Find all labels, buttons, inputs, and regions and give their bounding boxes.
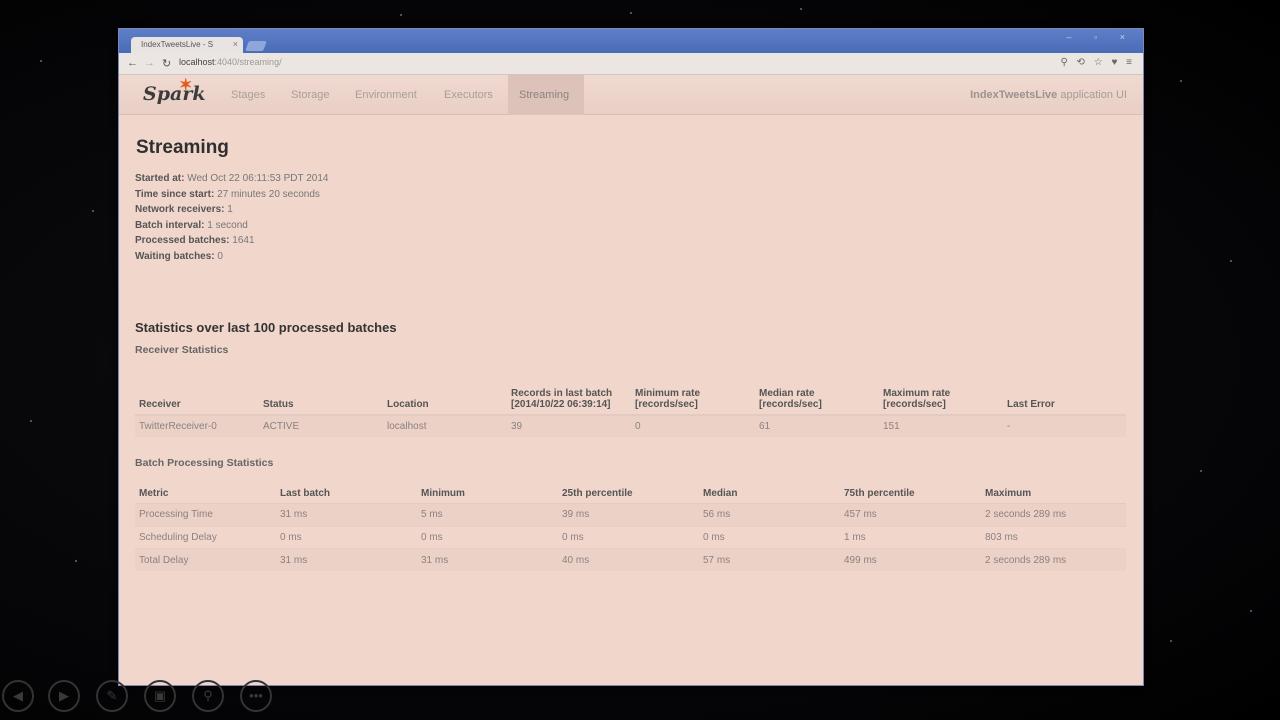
table-cell: 39 ms xyxy=(558,503,699,527)
app-name-suffix: application UI xyxy=(1057,89,1127,101)
page-title: Streaming xyxy=(136,137,229,158)
column-header[interactable]: Median xyxy=(699,483,840,505)
tab-title: IndexTweetsLive - S xyxy=(141,40,214,49)
table-cell: 31 ms xyxy=(276,503,417,527)
table-cell: 31 ms xyxy=(417,548,558,572)
column-header[interactable]: Receiver xyxy=(135,370,259,416)
new-tab-button[interactable] xyxy=(245,41,267,51)
reload-icon[interactable]: ↻ xyxy=(162,57,171,70)
slides-icon[interactable]: ▣ xyxy=(144,680,176,712)
table-cell: 0 ms xyxy=(558,525,699,549)
summary-batch-interval: Batch interval: 1 second xyxy=(135,219,248,231)
browser-titlebar: IndexTweetsLive - S × – ▫ × xyxy=(119,29,1143,53)
column-header[interactable]: Median rate [records/sec] xyxy=(755,370,879,416)
receiver-table-header: Receiver Status Location Records in last ba… xyxy=(135,370,1126,416)
summary-started: Started at: Wed Oct 22 06:11:53 PDT 2014 xyxy=(135,173,329,184)
table-cell: 803 ms xyxy=(981,525,1126,549)
table-cell: Scheduling Delay xyxy=(135,525,276,549)
column-header[interactable]: Maximum rate [records/sec] xyxy=(879,370,1003,416)
table-cell: 2 seconds 289 ms xyxy=(981,548,1126,572)
batch-statistics-title: Batch Processing Statistics xyxy=(135,456,274,469)
nav-storage[interactable]: Storage xyxy=(280,75,341,115)
streaming-summary: Started at: Wed Oct 22 06:11:53 PDT 2014… xyxy=(135,171,1127,265)
table-cell: 61 xyxy=(755,414,879,437)
column-header[interactable]: Maximum xyxy=(981,483,1126,505)
app-name: IndexTweetsLive application UI xyxy=(970,75,1127,115)
batch-table-header: Metric Last batch Minimum 25th percentile Me… xyxy=(135,483,1126,505)
table-cell: 2 seconds 289 ms xyxy=(981,503,1126,527)
table-cell: ACTIVE xyxy=(259,414,383,437)
summary-network-receivers: Network receivers: 1 xyxy=(135,204,233,216)
spark-navbar: Spark ✶ Stages Storage Environment Execu… xyxy=(119,75,1143,115)
table-cell: 457 ms xyxy=(840,503,981,527)
summary-time-since-start: Time since start: 27 minutes 20 seconds xyxy=(135,188,320,200)
table-cell: 0 xyxy=(631,414,755,437)
address-bar: ← → ↻ localhost:4040/streaming/ ⚲ ⟲ ☆ ♥ … xyxy=(119,53,1143,75)
table-cell: Total Delay xyxy=(135,548,276,572)
url-field[interactable]: localhost:4040/streaming/ xyxy=(179,57,282,67)
column-header[interactable]: Last batch xyxy=(276,483,417,505)
column-header[interactable]: Minimum xyxy=(417,483,558,505)
next-icon[interactable]: ▶ xyxy=(48,680,80,712)
table-cell: 1 ms xyxy=(840,525,981,549)
page-content: Streaming Started at: Wed Oct 22 06:11:5… xyxy=(119,137,1143,572)
statistics-title: Statistics over last 100 processed batch… xyxy=(135,319,397,335)
nav-stages[interactable]: Stages xyxy=(220,75,276,115)
table-cell: 56 ms xyxy=(699,503,840,527)
column-header[interactable]: Location xyxy=(383,370,507,416)
table-cell: 39 xyxy=(507,414,631,437)
table-row: TwitterReceiver-0 ACTIVE localhost 39 0 61 151… xyxy=(135,414,1126,437)
table-cell: - xyxy=(1003,414,1126,437)
browser-window: IndexTweetsLive - S × – ▫ × ← → ↻ localh… xyxy=(118,28,1144,686)
table-cell: Processing Time xyxy=(135,503,276,527)
table-cell: 0 ms xyxy=(699,525,840,549)
tab-close-icon[interactable]: × xyxy=(233,39,238,49)
nav-environment[interactable]: Environment xyxy=(344,75,428,115)
batch-table: Metric Last batch Minimum 25th percentile Me… xyxy=(135,483,1126,572)
table-cell: 0 ms xyxy=(276,525,417,549)
spark-logo[interactable]: Spark ✶ xyxy=(143,75,206,105)
column-header[interactable]: 75th percentile xyxy=(840,483,981,505)
column-header[interactable]: Last Error xyxy=(1003,370,1126,416)
zoom-icon[interactable]: ⚲ xyxy=(192,680,224,712)
receiver-table: Receiver Status Location Records in last ba… xyxy=(135,370,1126,437)
table-cell: 40 ms xyxy=(558,548,699,572)
browser-tab[interactable]: IndexTweetsLive - S × xyxy=(131,37,243,53)
column-header[interactable]: Minimum rate [records/sec] xyxy=(631,370,755,416)
table-cell: 5 ms xyxy=(417,503,558,527)
table-row: Total Delay 31 ms 31 ms 40 ms 57 ms 499 ms 2 s… xyxy=(135,548,1126,572)
table-cell: localhost xyxy=(383,414,507,437)
window-controls[interactable]: – ▫ × xyxy=(1067,32,1135,42)
address-bar-icons[interactable]: ⚲ ⟲ ☆ ♥ ≡ xyxy=(1060,57,1135,68)
back-icon[interactable]: ← xyxy=(127,57,138,69)
forward-icon[interactable]: → xyxy=(144,57,155,69)
receiver-statistics-title: Receiver Statistics xyxy=(135,343,229,356)
column-header[interactable]: Records in last batch [2014/10/22 06:39:1… xyxy=(507,370,631,416)
column-header[interactable]: 25th percentile xyxy=(558,483,699,505)
url-path: :4040/streaming/ xyxy=(214,57,282,67)
table-cell: 151 xyxy=(879,414,1003,437)
table-row: Scheduling Delay 0 ms 0 ms 0 ms 0 ms 1 ms 803 … xyxy=(135,525,1126,549)
nav-streaming[interactable]: Streaming xyxy=(508,75,584,115)
pen-icon[interactable]: ✎ xyxy=(96,680,128,712)
table-cell: 31 ms xyxy=(276,548,417,572)
nav-executors[interactable]: Executors xyxy=(433,75,504,115)
app-name-bold: IndexTweetsLive xyxy=(970,89,1058,101)
table-row: Processing Time 31 ms 5 ms 39 ms 56 ms 457 ms… xyxy=(135,503,1126,527)
table-cell: 57 ms xyxy=(699,548,840,572)
more-icon[interactable]: ••• xyxy=(240,680,272,712)
url-host: localhost xyxy=(179,57,215,67)
summary-processed-batches: Processed batches: 1641 xyxy=(135,235,255,247)
summary-waiting-batches: Waiting batches: 0 xyxy=(135,250,223,262)
spark-star-icon: ✶ xyxy=(179,75,193,94)
previous-icon[interactable]: ◀ xyxy=(2,680,34,712)
column-header[interactable]: Status xyxy=(259,370,383,416)
table-cell: 0 ms xyxy=(417,525,558,549)
column-header[interactable]: Metric xyxy=(135,483,276,505)
table-cell: 499 ms xyxy=(840,548,981,572)
spark-logo-text: Spark xyxy=(143,83,206,105)
table-cell: TwitterReceiver-0 xyxy=(135,414,259,437)
